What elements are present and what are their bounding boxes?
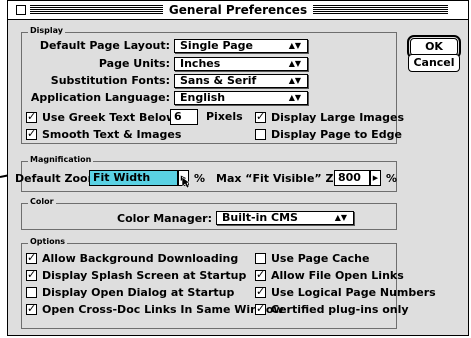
checkbox-icon (255, 302, 266, 315)
popup-arrows-icon: ▲▼ (288, 59, 301, 68)
checkbox-icon (255, 253, 266, 264)
display-group: Display Default Page Layout: Single Page… (21, 26, 404, 144)
allow-file-open-links-checkbox[interactable]: Allow File Open Links (255, 268, 404, 282)
mouse-cursor-icon (182, 177, 190, 189)
options-group-label: Options (28, 237, 68, 246)
display-splash-screen-checkbox[interactable]: Display Splash Screen at Startup (26, 268, 246, 282)
application-language-label: Application Language: (30, 91, 170, 104)
popup-arrows-icon: ▲▼ (334, 213, 347, 222)
checkbox-icon (26, 127, 37, 140)
window-title: General Preferences (162, 3, 314, 17)
default-page-layout-popup[interactable]: Single Page ▲▼ (174, 39, 308, 53)
greek-text-unit: Pixels (206, 110, 243, 123)
magnification-group: Magnification Default Zoom: Fit Width ▶ … (15, 155, 398, 192)
title-bar[interactable]: General Preferences (8, 1, 468, 20)
checkbox-icon (255, 129, 266, 140)
general-preferences-window: General Preferences Display Default Page… (7, 0, 469, 336)
popup-arrows-icon: ▲▼ (288, 41, 301, 50)
color-manager-popup[interactable]: Built-in CMS ▲▼ (216, 211, 354, 225)
substitution-fonts-popup[interactable]: Sans & Serif ▲▼ (174, 74, 308, 88)
display-group-label: Display (28, 26, 65, 35)
checkbox-icon (26, 302, 37, 315)
cancel-button[interactable]: Cancel (408, 54, 460, 72)
default-page-layout-label: Default Page Layout: (39, 39, 170, 52)
checkbox-icon (26, 287, 37, 298)
checkbox-icon (26, 110, 37, 123)
display-large-images-checkbox[interactable]: Display Large Images (255, 110, 404, 124)
max-fit-visible-menu-arrow-icon[interactable]: ▶ (370, 170, 381, 186)
display-open-dialog-checkbox[interactable]: Display Open Dialog at Startup (26, 286, 234, 299)
substitution-fonts-label: Substitution Fonts: (50, 74, 170, 87)
page-units-label: Page Units: (98, 57, 170, 70)
display-page-to-edge-checkbox[interactable]: Display Page to Edge (255, 128, 402, 141)
checkbox-icon (255, 268, 266, 281)
color-manager-label: Color Manager: (117, 212, 212, 225)
checkbox-icon (255, 110, 266, 123)
popup-arrows-icon: ▲▼ (288, 93, 301, 102)
magnification-group-label: Magnification (28, 155, 94, 164)
popup-arrows-icon: ▲▼ (288, 76, 301, 85)
options-group: Options Allow Background Downloading Dis… (21, 237, 436, 329)
open-cross-doc-links-checkbox[interactable]: Open Cross-Doc Links In Same Window (26, 302, 284, 316)
color-group: Color Color Manager: Built-in CMS ▲▼ (21, 197, 397, 230)
checkbox-icon (255, 285, 266, 298)
greek-text-pixels-input[interactable]: 6 (170, 109, 198, 125)
default-zoom-input[interactable]: Fit Width (89, 170, 178, 186)
smooth-text-checkbox[interactable]: Smooth Text & Images (26, 127, 181, 141)
certified-plugins-only-checkbox[interactable]: Certified plug-ins only (255, 302, 409, 316)
color-group-label: Color (28, 197, 56, 206)
checkbox-icon (26, 251, 37, 264)
checkbox-icon (26, 268, 37, 281)
use-logical-page-numbers-checkbox[interactable]: Use Logical Page Numbers (255, 285, 436, 299)
allow-background-downloading-checkbox[interactable]: Allow Background Downloading (26, 251, 238, 265)
application-language-popup[interactable]: English ▲▼ (174, 91, 308, 105)
default-zoom-unit: % (194, 172, 206, 185)
page-units-popup[interactable]: Inches ▲▼ (174, 57, 308, 71)
max-fit-visible-zoom-input[interactable]: 800 (334, 170, 370, 186)
use-page-cache-checkbox[interactable]: Use Page Cache (255, 252, 369, 265)
max-fit-visible-zoom-unit: % (386, 172, 398, 185)
greek-text-checkbox[interactable]: Use Greek Text Below: (26, 110, 181, 124)
